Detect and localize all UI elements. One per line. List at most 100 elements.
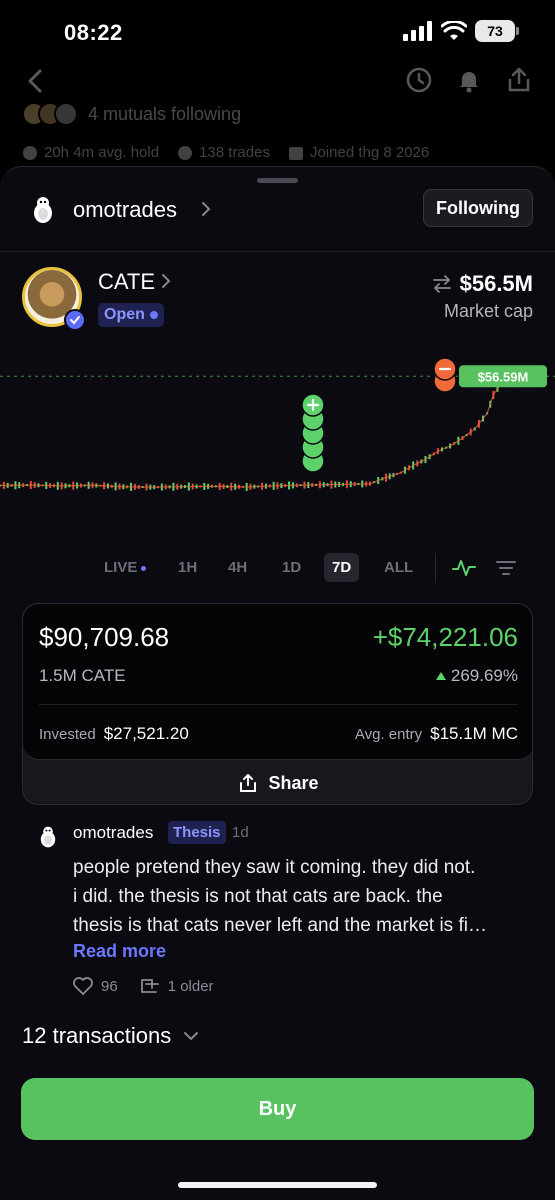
bell-plus-icon[interactable] — [455, 66, 483, 94]
grid-dot — [365, 522, 367, 524]
grid-dot — [173, 390, 175, 392]
grid-dot — [125, 354, 127, 356]
following-button[interactable]: Following — [423, 189, 533, 227]
grid-dot — [113, 522, 115, 524]
grid-dot — [29, 378, 31, 380]
grid-dot — [53, 522, 55, 524]
grid-dot — [389, 402, 391, 404]
range-1d[interactable]: 1D — [282, 559, 301, 576]
invested-row: Invested $27,521.20 — [39, 724, 189, 744]
grid-dot — [473, 510, 475, 512]
grid-dot — [257, 498, 259, 500]
share-button[interactable]: Share — [23, 760, 532, 804]
grid-dot — [401, 462, 403, 464]
grid-dot — [329, 450, 331, 452]
buy-button[interactable]: Buy — [21, 1078, 534, 1140]
grid-dot — [197, 378, 199, 380]
grid-dot — [269, 498, 271, 500]
transactions-toggle[interactable]: 12 transactions — [22, 1023, 199, 1049]
post-author[interactable]: omotrades — [73, 823, 153, 843]
market-cap-value[interactable]: $56.5M — [432, 271, 533, 297]
grid-dot — [533, 486, 535, 488]
grid-dot — [65, 366, 67, 368]
grid-dot — [161, 354, 163, 356]
grid-dot — [533, 390, 535, 392]
grid-dot — [509, 486, 511, 488]
grid-dot — [53, 402, 55, 404]
grid-dot — [41, 354, 43, 356]
range-live[interactable]: LIVE — [104, 559, 147, 576]
grid-dot — [461, 414, 463, 416]
grid-dot — [149, 354, 151, 356]
profile-name[interactable]: omotrades — [73, 197, 177, 223]
range-7d[interactable]: 7D — [324, 553, 360, 582]
grid-dot — [53, 462, 55, 464]
grid-dot — [257, 438, 259, 440]
range-all[interactable]: ALL — [384, 559, 413, 576]
grid-dot — [101, 522, 103, 524]
penguin-avatar-icon[interactable] — [36, 825, 60, 849]
time-range-selector: LIVE 1H 4H 1D 7D ALL — [0, 551, 555, 585]
grid-dot — [5, 510, 7, 512]
grid-dot — [305, 390, 307, 392]
transactions-label: 12 transactions — [22, 1023, 172, 1048]
grid-dot — [137, 390, 139, 392]
grid-dot — [197, 510, 199, 512]
grid-dot — [77, 522, 79, 524]
price-tag-label: $56.59M — [478, 369, 529, 384]
grid-dot — [77, 354, 79, 356]
grid-dot — [401, 354, 403, 356]
grid-dot — [389, 450, 391, 452]
grid-dot — [197, 522, 199, 524]
grid-dot — [533, 354, 535, 356]
share-icon[interactable] — [505, 66, 533, 94]
grid-dot — [389, 426, 391, 428]
grid-dot — [533, 462, 535, 464]
grid-dot — [65, 354, 67, 356]
grid-dot — [233, 354, 235, 356]
grid-dot — [377, 366, 379, 368]
avg-hold-stat: 20h 4m avg. hold — [22, 144, 159, 161]
grid-dot — [485, 522, 487, 524]
grid-dot — [389, 366, 391, 368]
range-1h[interactable]: 1H — [178, 559, 197, 576]
grid-dot — [449, 486, 451, 488]
grid-dot — [269, 354, 271, 356]
signal-icon — [403, 21, 432, 41]
grid-dot — [413, 378, 415, 380]
grid-dot — [77, 510, 79, 512]
range-4h[interactable]: 4H — [228, 559, 247, 576]
swap-arrows-icon[interactable] — [432, 275, 452, 293]
read-more-link[interactable]: Read more — [73, 941, 166, 962]
grid-dot — [173, 498, 175, 500]
older-posts-button[interactable]: 1 older — [140, 977, 214, 995]
grid-dot — [473, 486, 475, 488]
grid-dot — [101, 498, 103, 500]
like-button[interactable]: 96 — [73, 977, 118, 995]
grid-dot — [125, 414, 127, 416]
sheet-grabber[interactable] — [257, 178, 298, 183]
grid-dot — [221, 390, 223, 392]
grid-dot — [425, 486, 427, 488]
grid-dot — [5, 378, 7, 380]
history-icon[interactable] — [405, 66, 433, 94]
grid-dot — [125, 450, 127, 452]
back-icon[interactable] — [26, 68, 44, 94]
penguin-avatar-icon[interactable] — [28, 195, 58, 225]
grid-dot — [461, 390, 463, 392]
grid-dot — [305, 498, 307, 500]
price-chart[interactable]: $56.59M — [0, 347, 555, 527]
clock-icon — [23, 145, 37, 160]
grid-dot — [437, 498, 439, 500]
grid-dot — [149, 378, 151, 380]
grid-dot — [161, 510, 163, 512]
status-badge-label: Open — [104, 306, 145, 323]
line-chart-icon[interactable] — [452, 557, 476, 579]
grid-dot — [341, 426, 343, 428]
filter-icon[interactable] — [496, 559, 516, 577]
grid-dot — [41, 366, 43, 368]
grid-dot — [509, 390, 511, 392]
token-name[interactable]: CATE — [98, 269, 155, 295]
grid-dot — [353, 414, 355, 416]
grid-dot — [233, 390, 235, 392]
